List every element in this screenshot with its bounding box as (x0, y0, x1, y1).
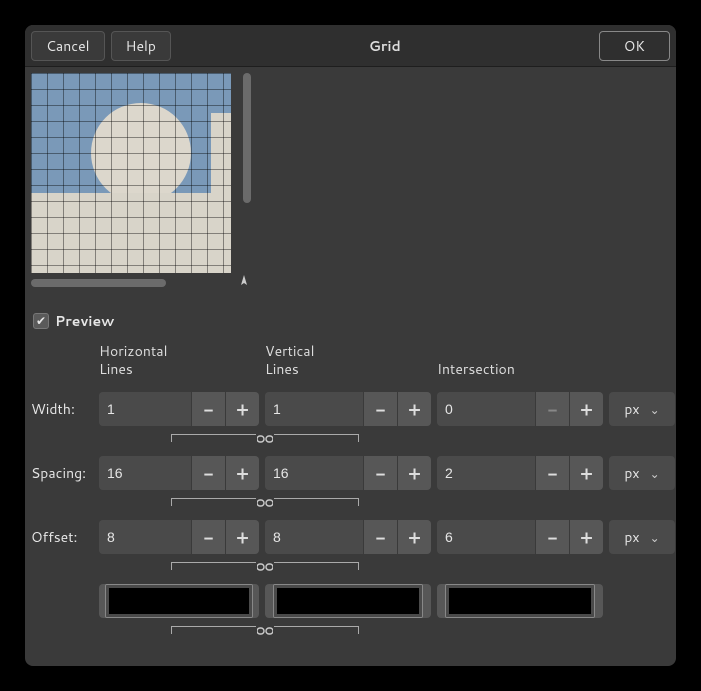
grid-dialog: Cancel Help Grid OK ✔ Preview (25, 25, 676, 666)
row-label-width: Width: (31, 399, 93, 419)
width-vertical-input[interactable]: − + (265, 392, 431, 426)
width-h-field[interactable] (99, 392, 191, 426)
plus-icon[interactable]: + (397, 456, 431, 490)
plus-icon[interactable]: + (397, 520, 431, 554)
grid-form: Horizontal Lines Vertical Lines Intersec… (31, 343, 670, 636)
chain-link-icon[interactable] (256, 560, 274, 574)
plus-icon[interactable]: + (225, 520, 259, 554)
spacing-intersection-input[interactable]: − + (437, 456, 603, 490)
minus-icon[interactable]: − (191, 520, 225, 554)
preview-checkbox[interactable]: ✔ Preview (31, 309, 670, 337)
chain-link-icon[interactable] (256, 496, 274, 510)
preview-area (31, 73, 251, 303)
unit-label: px (624, 463, 639, 483)
chevron-down-icon: ⌄ (650, 401, 660, 418)
spacing-link-bar (99, 496, 431, 510)
help-button[interactable]: Help (111, 31, 171, 61)
spacing-vertical-input[interactable]: − + (265, 456, 431, 490)
cancel-button[interactable]: Cancel (31, 31, 105, 61)
row-label-offset: Offset: (31, 527, 93, 547)
plus-icon[interactable]: + (569, 456, 603, 490)
offset-intersection-input[interactable]: − + (437, 520, 603, 554)
offset-vertical-input[interactable]: − + (265, 520, 431, 554)
spacing-horizontal-input[interactable]: − + (99, 456, 259, 490)
color-swatch (273, 584, 423, 618)
chevron-down-icon: ⌄ (650, 465, 660, 482)
width-i-field[interactable] (437, 392, 535, 426)
preview-label: Preview (55, 311, 114, 331)
preview-hscroll[interactable] (31, 279, 166, 287)
unit-label: px (624, 399, 639, 419)
spacing-i-field[interactable] (437, 456, 535, 490)
color-swatch (445, 584, 595, 618)
color-link-bar (99, 624, 431, 638)
color-horizontal-swatch[interactable] (99, 584, 259, 618)
color-intersection-swatch[interactable] (437, 584, 603, 618)
minus-icon[interactable]: − (191, 456, 225, 490)
titlebar: Cancel Help Grid OK (25, 25, 676, 67)
color-vertical-swatch[interactable] (265, 584, 431, 618)
preview-vscroll[interactable] (243, 73, 251, 203)
dialog-body: ✔ Preview Horizontal Lines Vertical Line… (25, 67, 676, 646)
check-icon: ✔ (33, 313, 49, 329)
spacing-unit-select[interactable]: px ⌄ (609, 456, 675, 490)
minus-icon[interactable]: − (363, 392, 397, 426)
plus-icon[interactable]: + (397, 392, 431, 426)
chevron-down-icon: ⌄ (650, 529, 660, 546)
minus-icon[interactable]: − (535, 520, 569, 554)
minus-icon[interactable]: − (363, 520, 397, 554)
plus-icon[interactable]: + (225, 392, 259, 426)
navigation-arrow-icon[interactable] (237, 275, 251, 289)
width-intersection-input[interactable]: − + (437, 392, 603, 426)
dialog-title: Grid (177, 36, 593, 56)
chain-link-icon[interactable] (256, 432, 274, 446)
preview-image[interactable] (31, 73, 231, 273)
offset-unit-select[interactable]: px ⌄ (609, 520, 675, 554)
width-v-field[interactable] (265, 392, 363, 426)
width-horizontal-input[interactable]: − + (99, 392, 259, 426)
row-label-spacing: Spacing: (31, 463, 93, 483)
minus-icon: − (535, 392, 569, 426)
spacing-v-field[interactable] (265, 456, 363, 490)
minus-icon[interactable]: − (191, 392, 225, 426)
offset-v-field[interactable] (265, 520, 363, 554)
col-header-vertical: Vertical Lines (265, 343, 431, 380)
offset-h-field[interactable] (99, 520, 191, 554)
ok-button[interactable]: OK (599, 31, 670, 61)
plus-icon[interactable]: + (569, 520, 603, 554)
col-header-intersection: Intersection (437, 361, 603, 381)
offset-horizontal-input[interactable]: − + (99, 520, 259, 554)
spacing-h-field[interactable] (99, 456, 191, 490)
chain-link-icon[interactable] (256, 624, 274, 638)
minus-icon[interactable]: − (363, 456, 397, 490)
width-unit-select[interactable]: px ⌄ (609, 392, 675, 426)
unit-label: px (624, 527, 639, 547)
plus-icon[interactable]: + (225, 456, 259, 490)
plus-icon[interactable]: + (569, 392, 603, 426)
width-link-bar (99, 432, 431, 446)
color-swatch (105, 584, 253, 618)
minus-icon[interactable]: − (535, 456, 569, 490)
offset-link-bar (99, 560, 431, 574)
offset-i-field[interactable] (437, 520, 535, 554)
col-header-horizontal: Horizontal Lines (99, 343, 259, 380)
